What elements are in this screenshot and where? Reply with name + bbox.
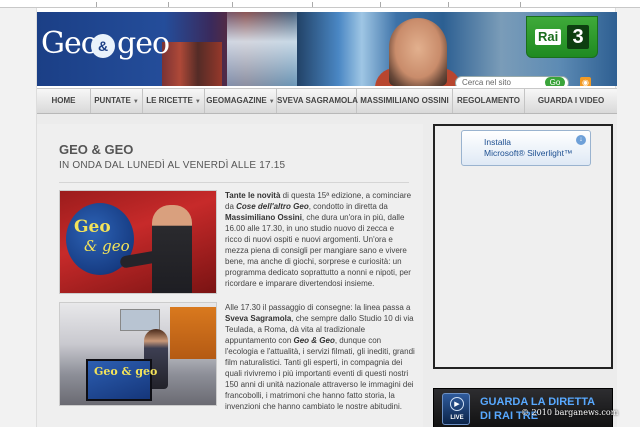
search-go-button[interactable]: Go <box>545 77 565 86</box>
logo-word-left: Geo <box>41 26 99 61</box>
sagramola-studio-photo[interactable]: Geo & geo <box>59 302 217 406</box>
nav-label: LE RICETTE <box>146 96 193 105</box>
nav-item-massimiliano-ossini[interactable]: MASSIMILIANO OSSINI <box>357 89 453 113</box>
rss-icon[interactable]: ◉ <box>580 77 591 86</box>
disc-text-sub: & geo <box>84 237 130 255</box>
download-arrow-icon: ↓ <box>576 135 586 145</box>
nav-label: PUNTATE <box>94 96 131 105</box>
content-area: GEO & GEO IN ONDA DAL LUNEDÌ AL VENERDÌ … <box>37 114 617 427</box>
logo-ampersand: & <box>91 34 115 58</box>
nav-label: REGOLAMENTO <box>457 96 520 105</box>
nav-item-home[interactable]: HOME <box>37 89 91 113</box>
install-silverlight-button[interactable]: Installa Microsoft® Silverlight™ ↓ <box>461 130 591 166</box>
host-figure <box>152 205 192 293</box>
watermark: © 2010 barganews.com <box>521 408 619 417</box>
studio-window <box>120 309 160 331</box>
page: Geo & geo Rai 3 Cerca nel sito Go ◉ HOME… <box>0 0 640 427</box>
nav-item-guarda-i-video[interactable]: GUARDA I VIDEO <box>525 89 617 113</box>
chevron-down-icon: ▼ <box>194 99 201 105</box>
site-container: Geo & geo Rai 3 Cerca nel sito Go ◉ HOME… <box>36 8 617 427</box>
nav-label: GUARDA I VIDEO <box>537 96 605 105</box>
nav-label: MASSIMILIANO OSSINI <box>360 96 449 105</box>
live-label: LIVE <box>450 415 464 421</box>
main-column: GEO & GEO IN ONDA DAL LUNEDÌ AL VENERDÌ … <box>37 124 423 427</box>
page-title: GEO & GEO <box>59 142 134 157</box>
play-icon: ▶ <box>450 397 464 411</box>
nav-item-geomagazine[interactable]: GEOMAGAZINE ▼ <box>205 89 277 113</box>
nav-label: GEOMAGAZINE <box>206 96 267 105</box>
screen-text: Geo & geo <box>94 365 158 378</box>
live-tv-icon: ▶ LIVE <box>442 393 470 425</box>
ossini-studio-photo[interactable]: Geo & geo <box>59 190 217 294</box>
banner-waterfall-photo <box>227 12 297 86</box>
nav-label: SVEVA SAGRAMOLA <box>277 96 358 105</box>
banner-host-photo <box>389 18 447 86</box>
silverlight-line2: Microsoft® Silverlight™ <box>484 148 573 158</box>
rai-channel-number: 3 <box>567 25 589 49</box>
studio-panel <box>170 307 216 359</box>
page-subtitle: IN ONDA DAL LUNEDÌ AL VENERDÌ ALLE 17.15 <box>59 160 286 171</box>
browser-top-rule <box>0 0 640 8</box>
header-banner: Geo & geo Rai 3 Cerca nel sito Go ◉ <box>37 12 617 86</box>
nav-item-le-ricette[interactable]: LE RICETTE ▼ <box>143 89 205 113</box>
rai3-logo[interactable]: Rai 3 <box>526 16 598 58</box>
nav-item-sveva-sagramola[interactable]: SVEVA SAGRAMOLA <box>277 89 358 113</box>
silverlight-line1: Installa <box>484 137 511 147</box>
rai-word: Rai <box>535 29 562 45</box>
nav-item-puntate[interactable]: PUNTATE ▼ <box>91 89 143 113</box>
divider <box>59 182 409 183</box>
main-nav: HOME PUNTATE ▼ LE RICETTE ▼ GEOMAGAZINE ▼ S… <box>37 88 617 114</box>
nav-item-regolamento[interactable]: REGOLAMENTO <box>453 89 525 113</box>
second-paragraph: Alle 17.30 il passaggio di consegne: la … <box>225 303 415 411</box>
chevron-down-icon: ▼ <box>132 99 139 105</box>
logo-word-right: geo <box>117 26 170 61</box>
disc-text: Geo <box>74 217 111 237</box>
intro-paragraph: Tante le novità di questa 15ª edizione, … <box>225 191 412 288</box>
chevron-down-icon: ▼ <box>268 99 275 105</box>
banner-people-photo <box>162 42 222 86</box>
sidebar: Installa Microsoft® Silverlight™ ↓ ▶ LIV… <box>433 124 613 427</box>
live-text-line1: GUARDA LA DIRETTA <box>480 396 596 408</box>
video-player-box: Installa Microsoft® Silverlight™ ↓ <box>433 124 613 369</box>
nav-label: HOME <box>51 96 76 105</box>
